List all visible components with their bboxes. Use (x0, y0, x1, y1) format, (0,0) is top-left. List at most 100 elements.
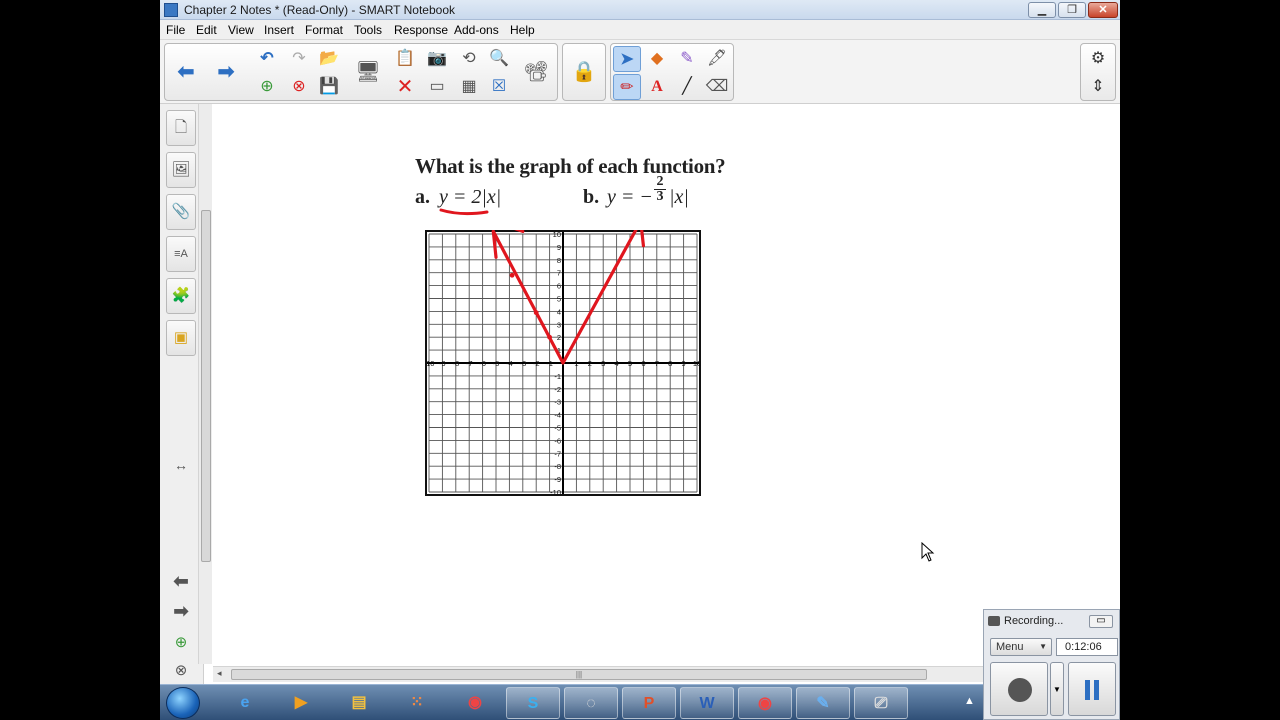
notebook-icon[interactable]: ✎ (796, 687, 850, 719)
menu-addons[interactable]: Add-ons (454, 23, 499, 37)
sidebar-scrollbar[interactable] (198, 104, 212, 664)
paste-button[interactable]: 📋 (391, 46, 419, 72)
question-text: What is the graph of each function? (415, 154, 726, 178)
menu-tools[interactable]: Tools (354, 23, 382, 37)
save-button[interactable]: 💾 (315, 74, 343, 100)
magic-pen-button[interactable]: 🖋 (703, 46, 731, 72)
ie-icon[interactable]: e (218, 687, 272, 719)
toolbar-settings-group: ⚙ ⇕ (1080, 43, 1116, 101)
shapes-tool-button[interactable]: ◆ (643, 46, 671, 72)
menu-help[interactable]: Help (510, 23, 535, 37)
sidebar-scroll-thumb[interactable] (201, 210, 211, 562)
part-b-tail: |x| (669, 186, 689, 208)
part-b-label: b. (583, 186, 600, 208)
pens-tool-button[interactable]: ✏ (613, 74, 641, 100)
recorder-menu-label: Menu (996, 641, 1024, 653)
maximize-button[interactable]: ❐ (1058, 2, 1086, 18)
document-camera-button[interactable]: 📽 (519, 47, 553, 97)
close-button[interactable]: ✕ (1088, 2, 1118, 18)
skype-icon[interactable]: S (506, 687, 560, 719)
recorder-minimize-button[interactable]: ▭ (1089, 615, 1113, 628)
sidebar-next-page-icon[interactable]: ➡ (166, 594, 196, 630)
y-tick-label: -7 (554, 449, 561, 458)
powerpoint-icon[interactable]: P (622, 687, 676, 719)
response-tab[interactable]: ▣ (166, 320, 196, 356)
menu-view[interactable]: View (228, 23, 254, 37)
redo-button[interactable]: ↷ (285, 46, 313, 72)
x-tick-label: 6 (641, 359, 645, 368)
media-player-icon[interactable]: ▶ (274, 687, 328, 719)
add-page-button[interactable]: ⊕ (253, 74, 281, 100)
sidebar: 🗋 🖼 📎 ≡A 🧩 ▣ ↔ ⬅ ➡ ⊕ ⊗ (160, 104, 212, 684)
toolbar: ⬅ ➡ ↶ ↷ 📂 ⊕ ⊗ 💾 🖥 📋 📷 ⟲ 🔍 ✕ ▭ ▦ ☒ 📽 🔒 ➤ … (160, 40, 1120, 104)
attachments-tab[interactable]: 📎 (166, 194, 196, 230)
fraction-numerator: 2 (654, 175, 666, 190)
delete-button[interactable]: ✕ (391, 74, 419, 100)
select-tool-button[interactable]: ➤ (613, 46, 641, 72)
screen-capture-button[interactable]: 📷 (423, 46, 451, 72)
previous-page-button[interactable]: ⬅ (169, 47, 203, 97)
recorder-icon (988, 616, 1000, 626)
rotate-button[interactable]: ⟲ (455, 46, 483, 72)
apps-icon[interactable]: ⁙ (390, 687, 444, 719)
undo-button[interactable]: ↶ (253, 46, 281, 72)
menu-file[interactable]: File (166, 23, 185, 37)
zoom-button[interactable]: 🔍 (485, 46, 513, 72)
x-tick-label: 8 (668, 359, 672, 368)
sidebar-move-icon[interactable]: ↔ (166, 448, 196, 484)
page-sorter-tab[interactable]: 🗋 (166, 110, 196, 146)
word-icon[interactable]: W (680, 687, 734, 719)
gallery-tab[interactable]: 🖼 (166, 152, 196, 188)
tray-expand-icon[interactable]: ▲ (964, 695, 975, 707)
x-tick-label: 9 (682, 359, 686, 368)
properties-tab[interactable]: ≡A (166, 236, 196, 272)
fraction-denominator: 3 (656, 189, 664, 204)
creative-pen-button[interactable]: ✎ (673, 46, 701, 72)
record-button[interactable] (990, 662, 1048, 716)
horizontal-scrollbar[interactable]: ◂ ||| (213, 666, 983, 682)
chrome-icon[interactable]: ◉ (448, 687, 502, 719)
scroll-left-icon[interactable]: ◂ (217, 668, 222, 679)
delete-page-button[interactable]: ⊗ (285, 74, 313, 100)
recorder-menu-dropdown[interactable]: Menu ▼ (990, 638, 1052, 656)
display-toggle-button[interactable]: ▭ (423, 74, 451, 100)
pause-button[interactable] (1068, 662, 1116, 716)
chrome-running-icon[interactable]: ◉ (738, 687, 792, 719)
eraser-tool-button[interactable]: ⌫ (703, 74, 731, 100)
horizontal-scroll-thumb[interactable]: ||| (231, 669, 927, 680)
minimize-button[interactable]: ▁ (1028, 2, 1056, 18)
next-page-button[interactable]: ➡ (209, 47, 243, 97)
menu-insert[interactable]: Insert (264, 23, 294, 37)
recorder-taskbar-icon[interactable]: ⎚ (854, 687, 908, 719)
x-tick-label: 4 (615, 359, 619, 368)
move-toolbar-icon[interactable]: ⇕ (1084, 74, 1112, 100)
open-file-button[interactable]: 📂 (315, 46, 343, 72)
explorer-icon[interactable]: ▤ (332, 687, 386, 719)
gear-icon[interactable]: ⚙ (1084, 46, 1112, 72)
loading-icon[interactable]: ◌ (564, 687, 618, 719)
menu-format[interactable]: Format (305, 23, 343, 37)
menu-edit[interactable]: Edit (196, 23, 217, 37)
y-tick-label: -8 (554, 462, 561, 471)
clear-page-button[interactable]: ☒ (485, 74, 513, 100)
y-tick-label: -6 (554, 436, 561, 445)
x-tick-label: 3 (601, 359, 605, 368)
screen-shade-button[interactable]: 🖥 (351, 47, 385, 97)
notebook-page[interactable]: What is the graph of each function? a. y… (213, 104, 1120, 666)
record-options-button[interactable]: ▼ (1050, 662, 1064, 716)
insert-table-button[interactable]: ▦ (455, 74, 483, 100)
y-tick-label: -4 (554, 411, 561, 420)
text-tool-button[interactable]: A (643, 74, 671, 100)
pause-icon (1085, 680, 1099, 700)
lock-icon[interactable]: 🔒 (567, 47, 601, 97)
title-bar[interactable]: Chapter 2 Notes * (Read-Only) - SMART No… (160, 0, 1120, 20)
line-tool-button[interactable]: ╱ (673, 74, 701, 100)
addons-tab[interactable]: 🧩 (166, 278, 196, 314)
recording-time: 0:12:06 (1056, 638, 1118, 656)
recording-panel: Recording... ▭ Menu ▼ 0:12:06 ▼ (983, 609, 1120, 720)
start-button[interactable] (166, 687, 200, 719)
underline-annotation (439, 208, 489, 216)
x-tick-label: 7 (655, 359, 659, 368)
y-tick-label: 3 (557, 320, 561, 329)
menu-response[interactable]: Response (394, 23, 448, 37)
